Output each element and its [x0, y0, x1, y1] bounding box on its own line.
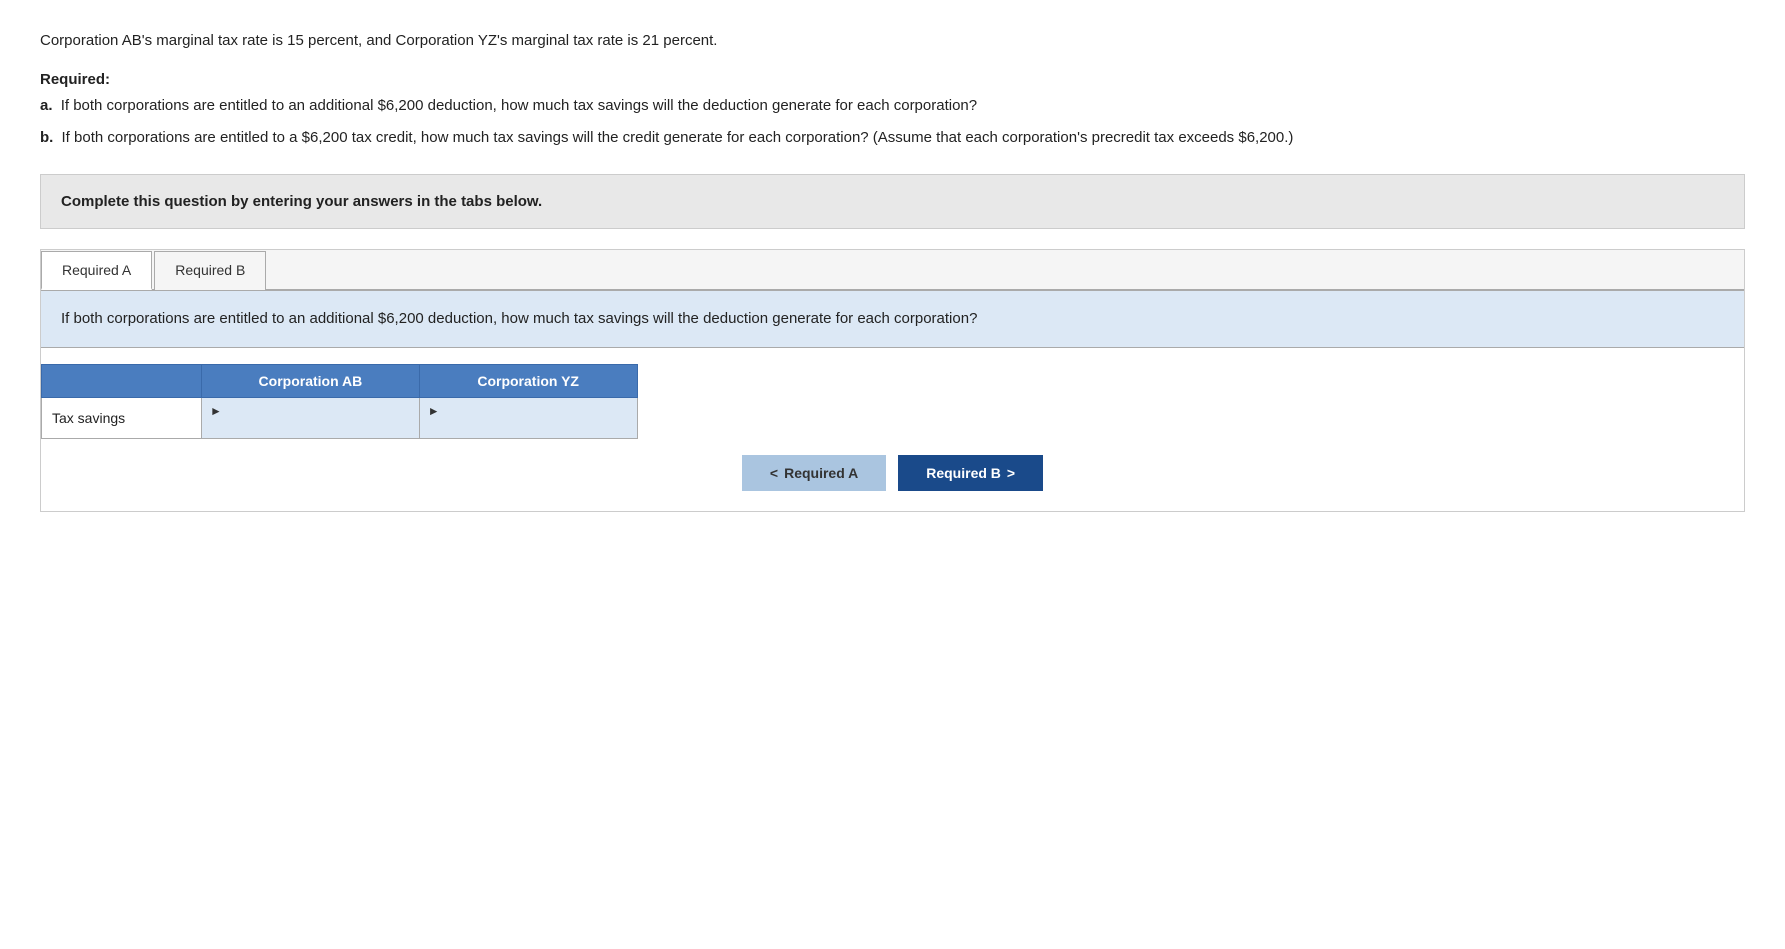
tab-required-a[interactable]: Required A [41, 251, 152, 290]
item-b-text: If both corporations are entitled to a $… [62, 129, 1294, 146]
item-a-text: If both corporations are entitled to an … [61, 97, 977, 114]
triangle-yz-icon: ► [428, 404, 440, 418]
corp-yz-input[interactable] [428, 418, 629, 434]
intro-text: Corporation AB's marginal tax rate is 15… [40, 30, 1745, 53]
required-list: a. If both corporations are entitled to … [40, 94, 1745, 150]
next-button[interactable]: Required B > [898, 455, 1043, 491]
table-header-corp-yz: Corporation YZ [419, 364, 637, 397]
required-item-b: b. If both corporations are entitled to … [40, 126, 1745, 150]
required-label: Required: [40, 71, 1745, 88]
tab-question-text: If both corporations are entitled to an … [61, 307, 1724, 331]
prev-label: Required A [784, 465, 858, 481]
nav-buttons: < Required A Required B > [41, 455, 1744, 511]
corp-ab-input-cell[interactable]: ► [202, 397, 420, 438]
table-header-corp-ab: Corporation AB [202, 364, 420, 397]
table-header-row: Corporation AB Corporation YZ [42, 364, 638, 397]
next-icon: > [1007, 465, 1015, 481]
corp-ab-input[interactable] [210, 418, 411, 434]
tax-savings-label: Tax savings [42, 397, 202, 438]
complete-box: Complete this question by entering your … [40, 174, 1745, 229]
item-a-letter: a. [40, 97, 53, 114]
required-item-a: a. If both corporations are entitled to … [40, 94, 1745, 118]
prev-icon: < [770, 465, 778, 481]
tab-content-area: If both corporations are entitled to an … [41, 291, 1744, 348]
answer-table-wrapper: Corporation AB Corporation YZ Tax saving… [41, 364, 1744, 439]
corp-yz-input-cell[interactable]: ► [419, 397, 637, 438]
table-row: Tax savings ► ► [42, 397, 638, 438]
tab-row: Required A Required B [41, 250, 1744, 291]
item-b-letter: b. [40, 129, 53, 146]
answer-table: Corporation AB Corporation YZ Tax saving… [41, 364, 638, 439]
complete-box-text: Complete this question by entering your … [61, 193, 542, 210]
table-header-empty [42, 364, 202, 397]
prev-button[interactable]: < Required A [742, 455, 886, 491]
tabs-container: Required A Required B If both corporatio… [40, 249, 1745, 512]
triangle-ab-icon: ► [210, 404, 222, 418]
tab-required-b[interactable]: Required B [154, 251, 266, 290]
required-section: Required: a. If both corporations are en… [40, 71, 1745, 150]
next-label: Required B [926, 465, 1001, 481]
